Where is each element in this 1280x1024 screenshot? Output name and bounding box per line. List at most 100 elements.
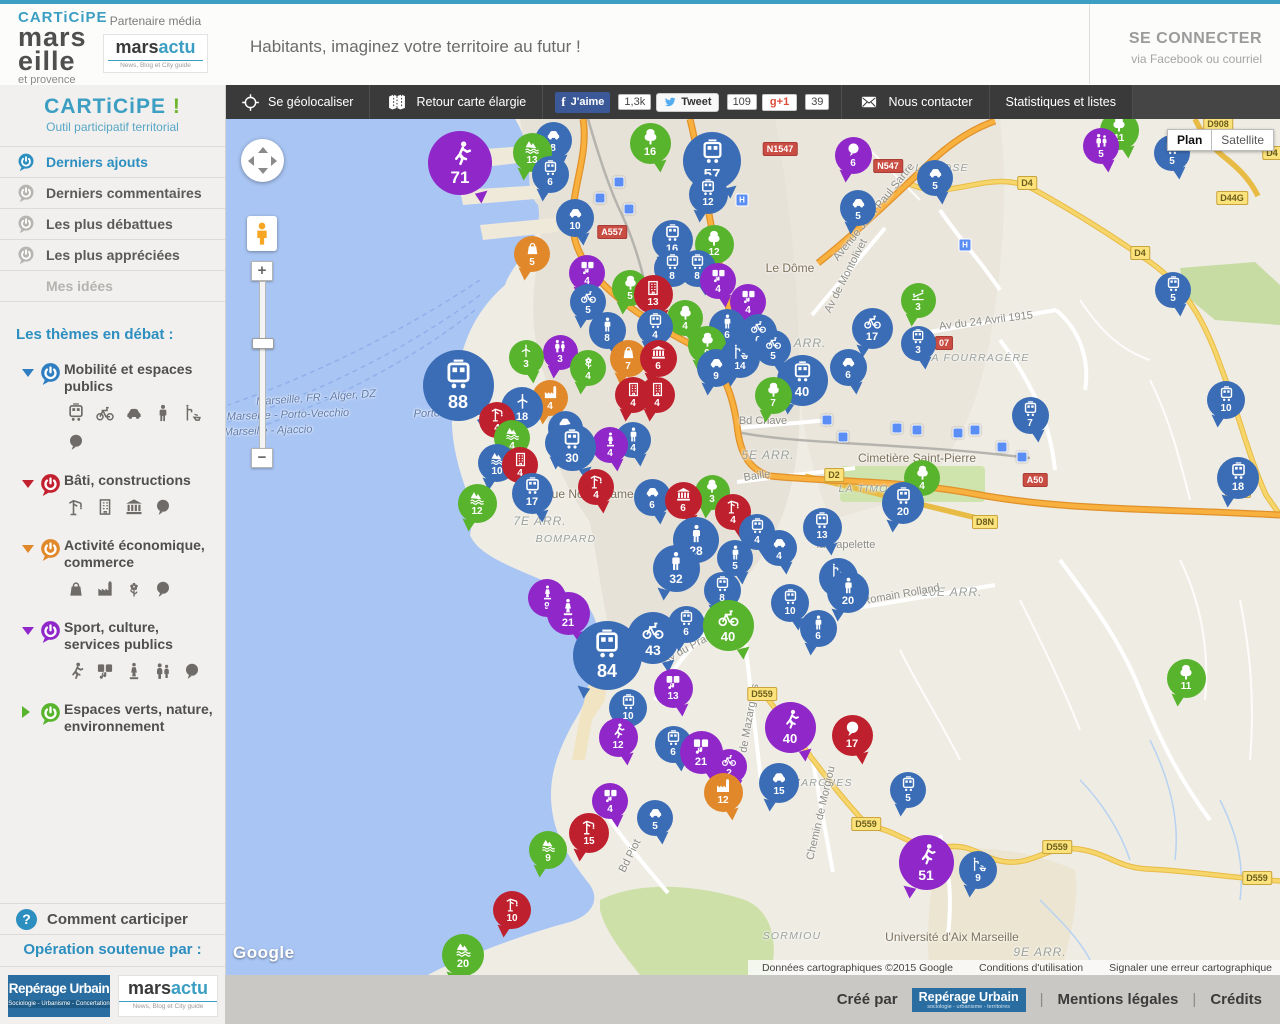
sidebar-item-les-plus-appreciees[interactable]: Les plus appréciées	[0, 240, 225, 271]
pan-left-icon[interactable]	[248, 156, 254, 166]
map-marker-pedestrian[interactable]: 32	[653, 545, 700, 592]
map-marker-tram[interactable]: 17	[512, 473, 553, 514]
map-marker-tram[interactable]: 3	[901, 326, 936, 361]
map-marker-tram[interactable]: 5	[1155, 272, 1191, 308]
map-marker-bag[interactable]: 5	[514, 236, 550, 272]
map-marker-crane[interactable]: 10	[493, 891, 531, 929]
contact-button[interactable]: Nous contacter	[842, 85, 989, 119]
map-marker-tram[interactable]: 30	[549, 424, 596, 471]
map-marker-tram[interactable]: 12	[689, 175, 728, 214]
chevron-down-icon[interactable]	[22, 480, 34, 488]
map-marker-car[interactable]: 4	[761, 530, 797, 566]
back-wide-map-button[interactable]: Retour carte élargie	[370, 85, 543, 119]
map-marker-bike[interactable]: 17	[852, 308, 893, 349]
map-marker-car[interactable]: 9	[697, 349, 735, 387]
theme-bati[interactable]: Bâti, constructions	[0, 458, 225, 523]
map-marker-tram[interactable]: 20	[882, 482, 924, 524]
map-marker-tram[interactable]: 6	[532, 156, 569, 193]
sidebar-item-les-plus-debattues[interactable]: Les plus débattues	[0, 209, 225, 240]
marsactu-logo[interactable]: marsactu News, Blog et City guide	[118, 975, 218, 1017]
map-marker-tree[interactable]: 16	[630, 123, 671, 164]
how-to-carticipate-button[interactable]: ? Comment carticiper	[0, 903, 225, 935]
login-title[interactable]: SE CONNECTER	[1090, 30, 1262, 48]
map-marker-culture[interactable]: 13	[654, 669, 693, 708]
map-marker-car[interactable]: 6	[830, 349, 867, 386]
map-marker-culture[interactable]: 4	[700, 263, 736, 299]
map-marker-playground[interactable]: 3	[901, 283, 936, 318]
map-marker-tram[interactable]: 7	[1012, 397, 1049, 434]
map-marker-water[interactable]: 9	[529, 831, 567, 869]
map-marker-crane[interactable]: 15	[569, 813, 609, 853]
map-marker-bank[interactable]: 6	[665, 482, 702, 519]
map-marker-flower[interactable]: 4	[570, 350, 606, 386]
reperage-urbain-footer-logo[interactable]: Repérage Urbain sociologie - urbanisme -…	[912, 988, 1026, 1012]
theme-label[interactable]: Sport, culture, services publics	[64, 619, 217, 653]
map-marker-tram[interactable]: 13	[803, 508, 842, 547]
chevron-down-icon[interactable]	[22, 545, 34, 553]
map-marker-car[interactable]: 5	[917, 160, 953, 196]
map-marker-runner[interactable]: 40	[765, 702, 816, 753]
terms-link[interactable]: Conditions d'utilisation	[979, 962, 1083, 974]
zoom-slider-track[interactable]	[259, 281, 266, 450]
reperage-urbain-logo[interactable]: Repérage Urbain Sociologie - Urbanisme -…	[8, 975, 110, 1017]
map-marker-runner[interactable]: 71	[428, 131, 492, 195]
map-marker-runner[interactable]: 51	[899, 835, 954, 890]
map-marker-tree[interactable]: 7	[755, 377, 792, 414]
tweet-button[interactable]: Tweet	[656, 93, 718, 112]
map-marker-pedestrian[interactable]: 5	[717, 540, 753, 576]
chevron-right-icon[interactable]	[22, 706, 30, 718]
carticipe-logo[interactable]: CARTiCiPE ! Outil participatif territori…	[0, 85, 225, 147]
map-marker-car[interactable]: 15	[759, 763, 799, 803]
geolocate-button[interactable]: Se géolocaliser	[225, 85, 370, 119]
theme-espaces-verts[interactable]: Espaces verts, nature, environnement	[0, 687, 225, 749]
map-marker-statue[interactable]: 4	[592, 427, 628, 463]
map-marker-water[interactable]: 12	[458, 484, 497, 523]
pegman-control[interactable]	[247, 216, 277, 251]
map-marker-water[interactable]: 20	[442, 934, 484, 975]
map-marker-car[interactable]: 5	[840, 190, 876, 226]
map-marker-tram[interactable]: 10	[1207, 381, 1245, 419]
theme-sport-culture[interactable]: Sport, culture, services publics	[0, 605, 225, 687]
chevron-down-icon[interactable]	[22, 369, 34, 377]
report-error-link[interactable]: Signaler une erreur cartographique	[1109, 962, 1272, 974]
theme-mobilite[interactable]: Mobilité et espaces publics	[0, 347, 225, 458]
login-button[interactable]: SE CONNECTER via Facebook ou courriel	[1089, 4, 1264, 84]
sidebar-item-mes-idees[interactable]: Mes idées	[0, 271, 225, 302]
map-marker-bubble[interactable]: 6	[835, 137, 872, 174]
map-type-plan-button[interactable]: Plan	[1167, 129, 1212, 151]
map-type-satellite-button[interactable]: Satellite	[1212, 129, 1274, 151]
pan-up-icon[interactable]	[258, 147, 268, 153]
map-marker-tram[interactable]: 84	[573, 621, 642, 690]
map-marker-factory[interactable]: 12	[704, 773, 743, 812]
theme-activite[interactable]: Activité économique, commerce	[0, 523, 225, 605]
map[interactable]: Marseille, FR - Alger, DZMarseille - Por…	[225, 119, 1280, 975]
credits-link[interactable]: Crédits	[1210, 991, 1262, 1008]
facebook-like-button[interactable]: fJ'aime	[555, 92, 610, 113]
map-marker-building[interactable]: 4	[639, 377, 675, 413]
map-marker-tram[interactable]: 18	[1217, 457, 1259, 499]
chevron-down-icon[interactable]	[22, 627, 34, 635]
map-marker-car[interactable]: 10	[556, 199, 594, 237]
theme-label[interactable]: Bâti, constructions	[64, 472, 217, 489]
map-marker-pedestrian[interactable]: 20	[827, 571, 869, 613]
marsactu-logo[interactable]: marsactu News, Blog et City guide	[103, 34, 208, 73]
map-marker-family[interactable]: 5	[1083, 128, 1119, 164]
map-marker-tree[interactable]: 11	[1167, 659, 1206, 698]
map-marker-car[interactable]: 5	[637, 800, 673, 836]
map-marker-bubble[interactable]: 17	[832, 715, 873, 756]
zoom-out-button[interactable]: −	[251, 448, 273, 468]
theme-label[interactable]: Activité économique, commerce	[64, 537, 217, 571]
map-marker-bank[interactable]: 6	[640, 340, 677, 377]
pan-down-icon[interactable]	[258, 168, 268, 174]
gplus-button[interactable]: g+1	[762, 94, 797, 111]
map-marker-runner[interactable]: 12	[599, 718, 638, 757]
map-marker-crane[interactable]: 4	[578, 469, 614, 505]
legal-link[interactable]: Mentions légales	[1058, 991, 1179, 1008]
map-marker-bike[interactable]: 40	[703, 600, 754, 651]
map-marker-tram[interactable]: 5	[890, 772, 926, 808]
map-marker-statue[interactable]: 21	[547, 592, 590, 635]
map-marker-wind[interactable]: 3	[509, 340, 544, 375]
carticipe-marseille-logo[interactable]: CARTiCiPE mars eille et provence	[18, 10, 108, 86]
map-marker-pedestrian[interactable]: 6	[800, 610, 837, 647]
theme-label[interactable]: Mobilité et espaces publics	[64, 361, 217, 395]
